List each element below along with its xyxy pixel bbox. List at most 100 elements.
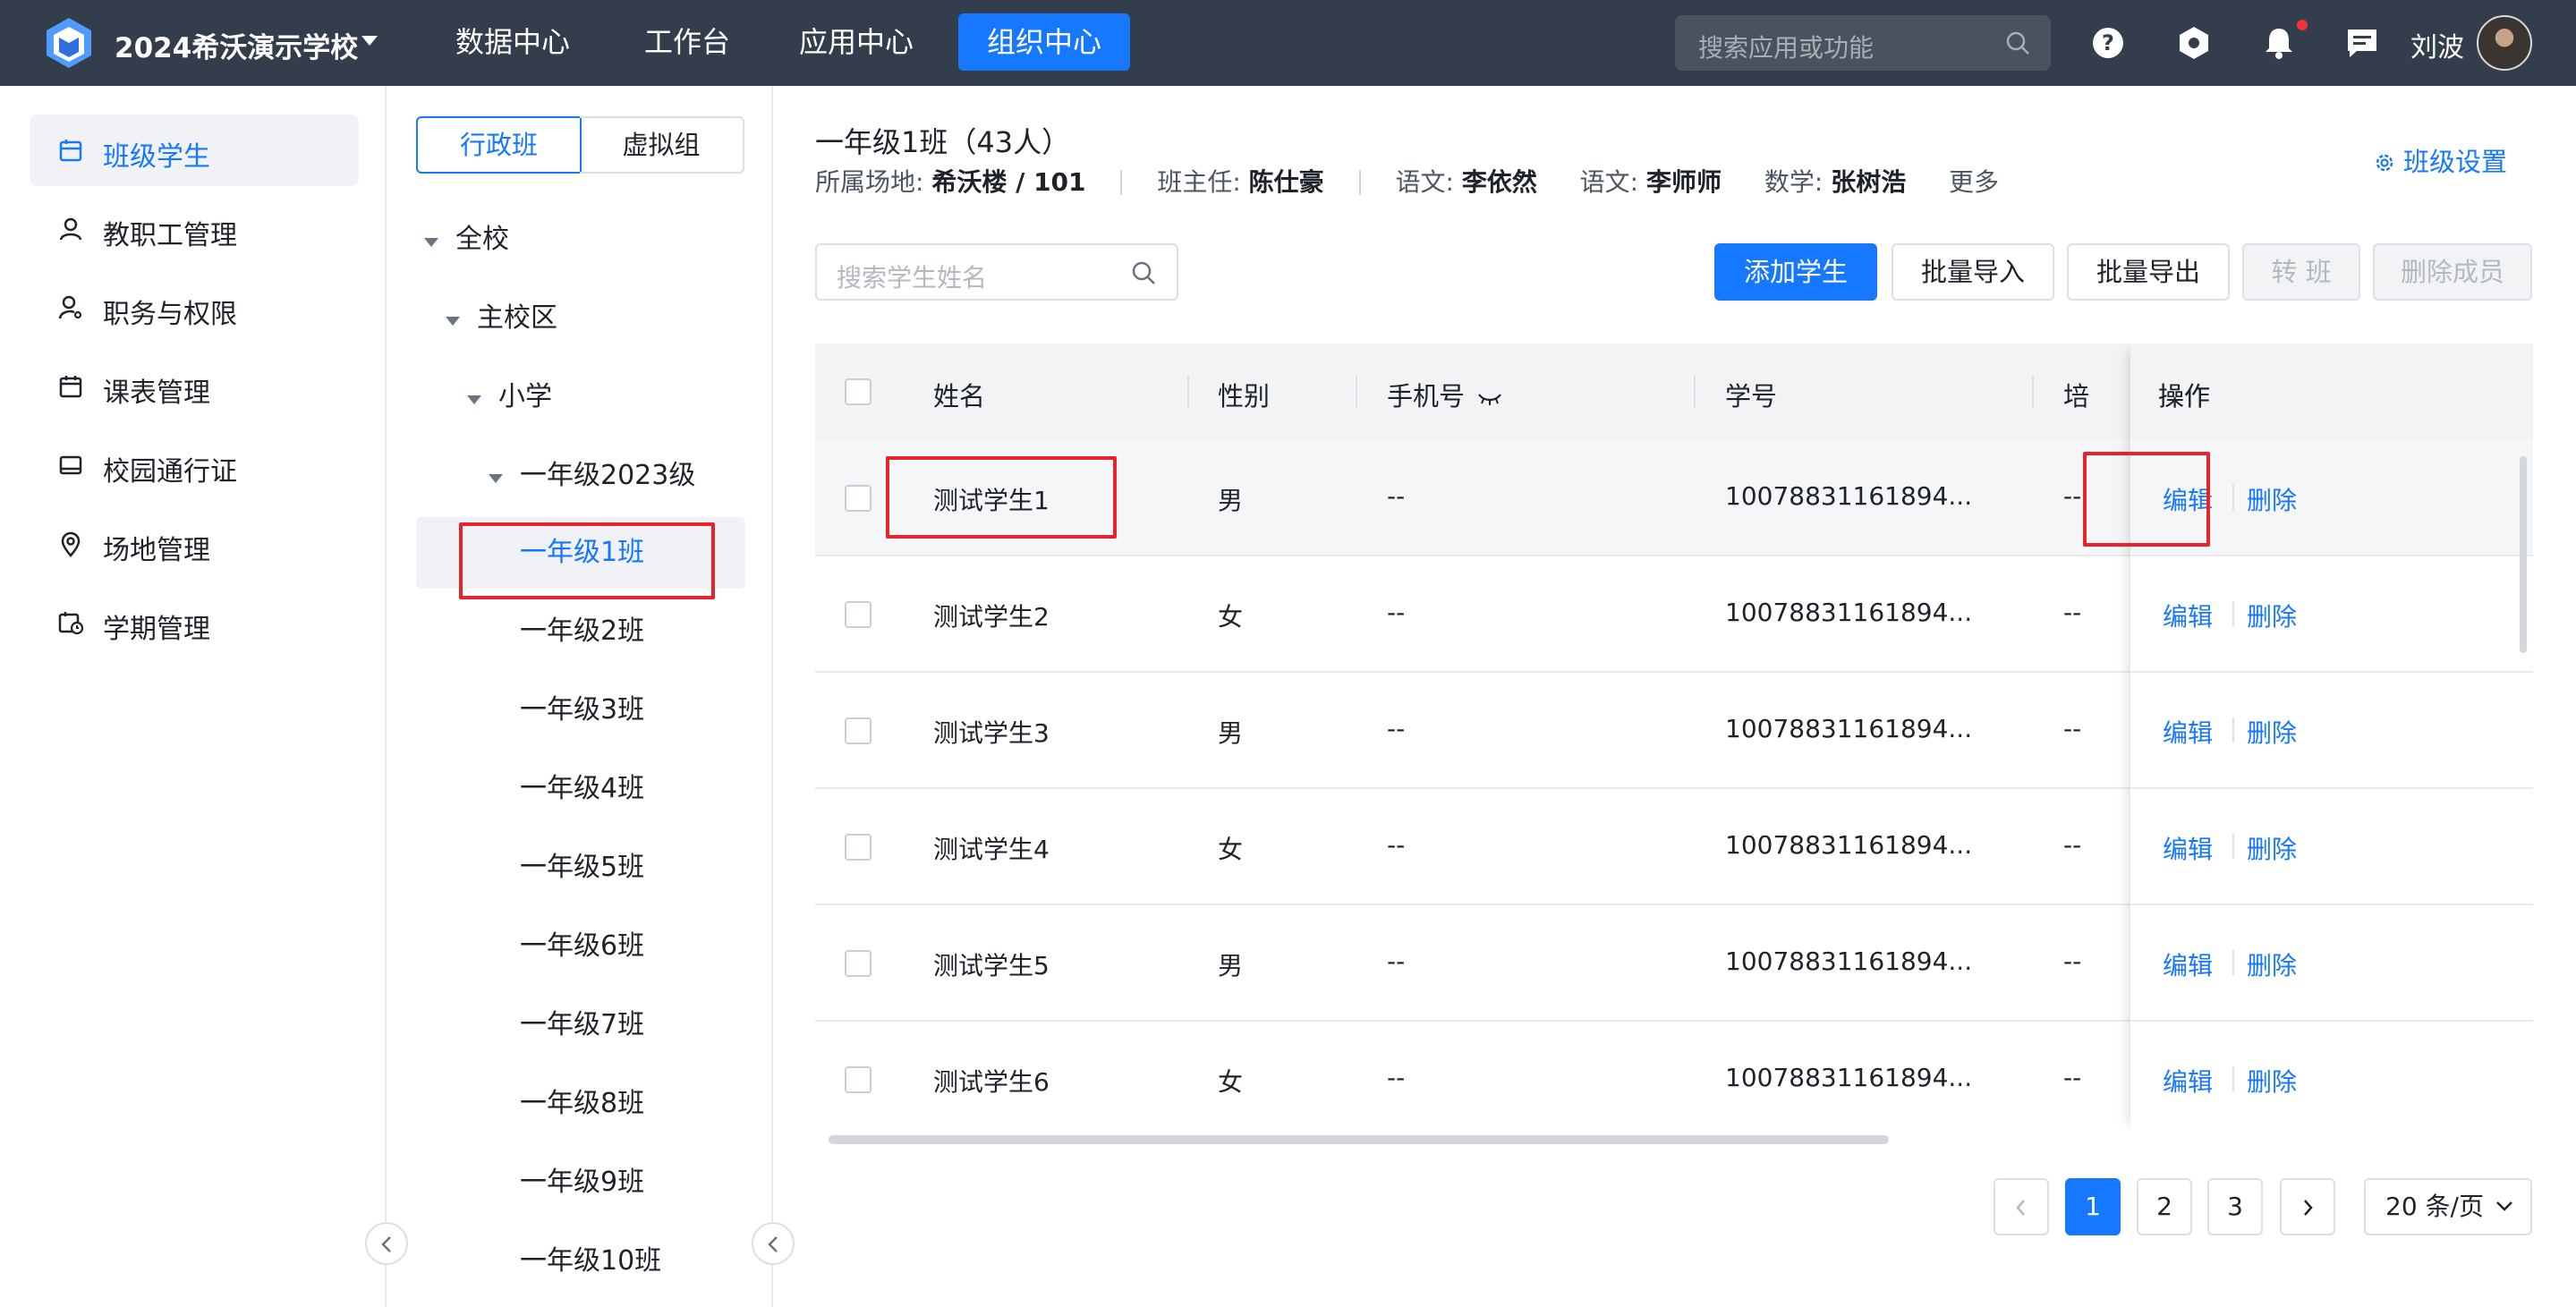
tree-node-primary[interactable]: 小学 <box>498 361 552 433</box>
delete-link[interactable]: 删除 <box>2247 714 2297 750</box>
edit-link[interactable]: 编辑 <box>2163 714 2213 750</box>
highlight-box-selected-class <box>459 522 715 599</box>
delete-link[interactable]: 删除 <box>2247 598 2297 633</box>
delete-link[interactable]: 删除 <box>2247 481 2297 517</box>
delete-link[interactable]: 删除 <box>2247 946 2297 982</box>
sidebar-item-staff[interactable]: 教职工管理 <box>30 193 359 265</box>
help-icon[interactable]: ? <box>2088 23 2128 63</box>
settings-hex-icon[interactable] <box>2174 23 2214 63</box>
page-size-value: 20 条/页 <box>2385 1192 2484 1221</box>
header-actions: 操作 <box>2158 381 2211 412</box>
head-teacher-label: 班主任: <box>1157 167 1241 197</box>
class-icon <box>59 140 82 162</box>
caret-down-icon[interactable] <box>467 395 481 404</box>
more-link[interactable]: 更多 <box>1949 167 1999 197</box>
tree-node-class-5[interactable]: 一年级5班 <box>520 832 644 904</box>
teacher-value: 李依然 <box>1461 167 1537 197</box>
bell-icon[interactable] <box>2259 23 2299 63</box>
sidebar-item-timetable[interactable]: 课表管理 <box>30 351 359 422</box>
main-content: 一年级1班（43人） 所属场地: 希沃楼 / 101 班主任: 陈仕豪 语文: … <box>775 86 2576 1307</box>
tree-node-grade[interactable]: 一年级2023级 <box>520 440 695 512</box>
sidebar-item-label: 教职工管理 <box>103 220 237 251</box>
sidebar-item-campus-pass[interactable]: 校园通行证 <box>30 429 359 501</box>
page-size-select[interactable]: 20 条/页 <box>2364 1178 2532 1235</box>
caret-down-icon[interactable] <box>489 474 503 483</box>
tree-node-class-6[interactable]: 一年级6班 <box>520 911 644 982</box>
teacher-label: 语文: <box>1579 167 1639 197</box>
location-icon <box>61 531 81 557</box>
highlight-box-edit-link <box>2083 452 2210 547</box>
chevron-down-icon <box>2496 1201 2512 1211</box>
remove-members-button[interactable]: 删除成员 <box>2373 243 2532 301</box>
caret-down-icon[interactable] <box>424 238 438 247</box>
tree-node-class-3[interactable]: 一年级3班 <box>520 675 644 746</box>
prev-page-button[interactable] <box>1994 1178 2049 1235</box>
chevron-right-icon <box>2304 1200 2313 1216</box>
head-teacher-value: 陈仕豪 <box>1248 167 1324 197</box>
sidebar-item-venue[interactable]: 场地管理 <box>30 508 359 580</box>
nav-app-center[interactable]: 应用中心 <box>780 13 932 71</box>
nav-workbench[interactable]: 工作台 <box>620 13 754 71</box>
nav-data-center[interactable]: 数据中心 <box>437 13 589 71</box>
edit-link[interactable]: 编辑 <box>2163 946 2213 982</box>
teacher-label: 语文: <box>1395 167 1454 197</box>
vertical-scrollbar[interactable] <box>2520 456 2527 653</box>
sidebar-item-class-students[interactable]: 班级学生 <box>30 115 359 186</box>
caret-down-icon[interactable] <box>446 317 460 326</box>
calendar-icon <box>59 376 82 398</box>
sidebar-item-label: 学期管理 <box>103 614 210 645</box>
student-search-input[interactable]: 搜索学生姓名 <box>815 243 1178 301</box>
sidebar: 班级学生 教职工管理 职务与权限 课表管理 校园通行证 场地管理 学期管理 <box>0 86 387 1307</box>
tree-node-campus[interactable]: 主校区 <box>477 283 557 354</box>
horizontal-scrollbar[interactable] <box>829 1135 1889 1144</box>
tab-virtual-group[interactable]: 虚拟组 <box>580 116 744 174</box>
tree-node-class-10[interactable]: 一年级10班 <box>520 1226 661 1297</box>
delete-link[interactable]: 删除 <box>2247 830 2297 866</box>
message-icon[interactable] <box>2342 23 2382 63</box>
sidebar-item-roles[interactable]: 职务与权限 <box>30 272 359 344</box>
sidebar-item-label: 场地管理 <box>103 535 210 566</box>
user-name[interactable]: 刘波 <box>2410 25 2464 64</box>
calendar-clock-icon <box>58 612 84 635</box>
class-settings-button[interactable]: 班级设置 <box>2373 141 2507 179</box>
location-label: 所属场地: <box>815 167 924 197</box>
school-name[interactable]: 2024希沃演示学校 <box>115 25 358 65</box>
delete-link[interactable]: 删除 <box>2247 1063 2297 1099</box>
teacher-label: 数学: <box>1764 167 1824 197</box>
sidebar-item-semester[interactable]: 学期管理 <box>30 587 359 658</box>
transfer-class-button[interactable]: 转 班 <box>2242 243 2360 301</box>
top-bar: 2024希沃演示学校 数据中心 工作台 应用中心 组织中心 搜索应用或功能 ? … <box>0 0 2576 86</box>
class-tree-panel: 行政班 虚拟组 全校 主校区 小学 一年级2023级 一年级1班 一年级2班 一… <box>387 86 773 1307</box>
page-3-button[interactable]: 3 <box>2207 1178 2263 1235</box>
teacher-value: 张树浩 <box>1831 167 1907 197</box>
global-search-input[interactable]: 搜索应用或功能 <box>1675 15 2051 71</box>
divider <box>1358 170 1361 195</box>
next-page-button[interactable] <box>2280 1178 2335 1235</box>
page-2-button[interactable]: 2 <box>2137 1178 2192 1235</box>
add-student-button[interactable]: 添加学生 <box>1714 243 1877 301</box>
edit-link[interactable]: 编辑 <box>2163 1063 2213 1099</box>
tree-node-class-2[interactable]: 一年级2班 <box>520 596 644 667</box>
page-1-button[interactable]: 1 <box>2065 1178 2121 1235</box>
edit-link[interactable]: 编辑 <box>2163 598 2213 633</box>
search-icon[interactable] <box>1130 259 1157 286</box>
notification-dot <box>2297 20 2308 30</box>
tree-node-class-9[interactable]: 一年级9班 <box>520 1147 644 1218</box>
highlight-box-student-name <box>886 456 1117 539</box>
tree-node-class-7[interactable]: 一年级7班 <box>520 989 644 1061</box>
tab-admin-class[interactable]: 行政班 <box>416 116 582 174</box>
search-icon[interactable] <box>2004 30 2031 56</box>
page-title: 一年级1班（43人） <box>815 125 1071 159</box>
caret-down-icon[interactable] <box>361 36 378 46</box>
tree-node-class-8[interactable]: 一年级8班 <box>520 1068 644 1140</box>
sidebar-item-label: 班级学生 <box>103 141 210 173</box>
class-meta: 所属场地: 希沃楼 / 101 班主任: 陈仕豪 语文: 李依然 语文: 李师师… <box>815 163 1999 199</box>
edit-link[interactable]: 编辑 <box>2163 830 2213 866</box>
batch-export-button[interactable]: 批量导出 <box>2067 243 2230 301</box>
tree-node-class-4[interactable]: 一年级4班 <box>520 753 644 825</box>
nav-org-center[interactable]: 组织中心 <box>958 13 1130 71</box>
tree-node-school[interactable]: 全校 <box>455 204 509 276</box>
avatar[interactable] <box>2477 15 2532 71</box>
sidebar-item-label: 校园通行证 <box>103 456 237 488</box>
batch-import-button[interactable]: 批量导入 <box>1892 243 2054 301</box>
